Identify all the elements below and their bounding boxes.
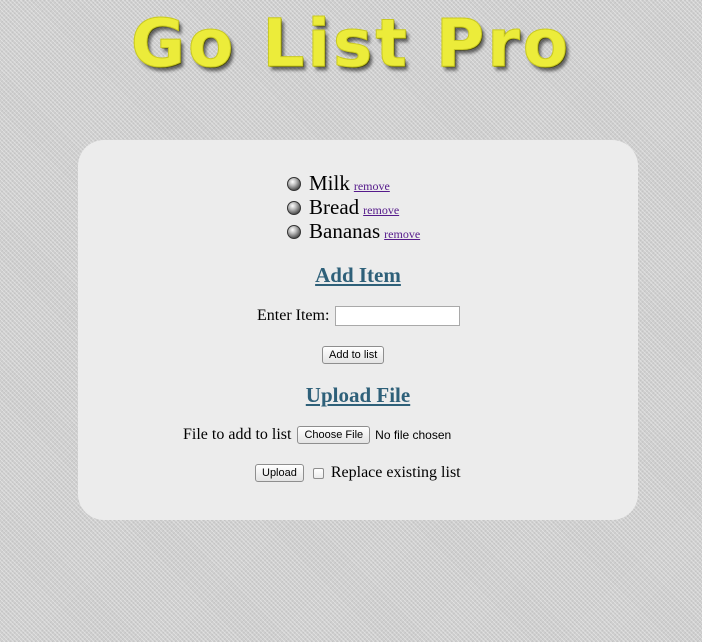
bullet-icon [287,201,301,215]
file-label: File to add to list [183,426,292,443]
bullet-icon [287,177,301,191]
item-name: Milk [309,170,350,195]
main-panel: Milk remove Bread remove Bananas remove … [78,140,638,520]
remove-link[interactable]: remove [363,203,399,218]
remove-link[interactable]: remove [384,227,420,242]
file-picker-row: File to add to list Choose File No file … [183,426,451,444]
replace-list-label: Replace existing list [330,464,461,481]
item-name: Bread [309,194,360,219]
file-status: No file chosen [375,428,452,442]
choose-file-button[interactable]: Choose File [297,426,371,444]
item-name: Bananas [309,218,381,243]
enter-item-row: Enter Item: [257,306,461,326]
upload-row: Upload Replace existing list [255,464,461,482]
remove-link[interactable]: remove [354,179,390,194]
list-item: Bananas remove [287,219,420,243]
grocery-list: Milk remove Bread remove Bananas remove [287,171,420,243]
upload-file-title: Upload File [305,383,411,407]
enter-item-label: Enter Item: [257,307,330,324]
add-item-title: Add Item [315,263,401,287]
add-to-list-button[interactable]: Add to list [322,346,385,364]
item-input[interactable] [335,306,461,326]
upload-button[interactable]: Upload [255,464,304,482]
bullet-icon [287,225,301,239]
replace-list-checkbox[interactable] [312,467,324,479]
app-logo: Go List Pro [130,5,572,83]
list-item: Bread remove [287,195,420,219]
list-item: Milk remove [287,171,420,195]
